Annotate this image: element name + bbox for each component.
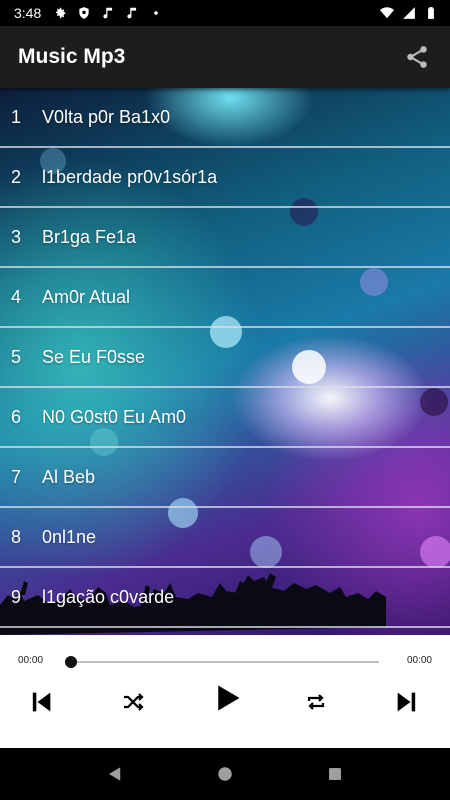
player-panel: 00:00 00:00 [0, 635, 450, 748]
track-title: Am0r Atual [42, 286, 131, 307]
track-title: N0 G0st0 Eu Am0 [42, 406, 187, 427]
track-row[interactable]: 4 Am0r Atual [0, 268, 450, 328]
track-title: 0nl1ne [42, 526, 97, 547]
track-number: 1 [11, 106, 22, 127]
seek-bar[interactable] [71, 661, 379, 663]
track-row[interactable]: 1 V0lta p0r Ba1x0 [0, 88, 450, 148]
track-row[interactable]: 3 Br1ga Fe1a [0, 208, 450, 268]
signal-icon [403, 7, 415, 19]
play-icon [218, 685, 240, 711]
track-row[interactable]: 9 l1gação c0varde [0, 568, 450, 628]
recents-icon [329, 768, 341, 780]
current-time: 00:00 [18, 655, 44, 666]
gear-icon [56, 7, 66, 19]
share-icon [407, 46, 427, 68]
music-note-icon [127, 7, 137, 19]
shuffle-button[interactable] [116, 685, 150, 719]
previous-button[interactable] [24, 685, 58, 719]
navigation-bar [0, 748, 450, 800]
next-button[interactable] [390, 685, 424, 719]
share-button[interactable] [402, 42, 432, 72]
wifi-icon [380, 7, 394, 19]
track-number: 9 [11, 586, 22, 607]
track-list: 1 V0lta p0r Ba1x0 2 l1berdade pr0v1sór1a 3… [0, 88, 450, 635]
track-row[interactable]: 8 0nl1ne [0, 508, 450, 568]
home-icon [218, 767, 232, 781]
track-number: 4 [11, 286, 22, 307]
status-bar: 3:48 [0, 0, 450, 26]
status-left-icons [53, 6, 163, 20]
shield-icon [79, 7, 89, 19]
shuffle-icon [124, 693, 144, 711]
track-row[interactable]: 6 N0 G0st0 Eu Am0 [0, 388, 450, 448]
track-title: Se Eu F0sse [42, 346, 146, 367]
track-number: 2 [11, 166, 22, 187]
previous-icon [32, 692, 51, 712]
status-right-icons [380, 6, 438, 20]
back-button[interactable] [101, 760, 129, 788]
status-time: 3:48 [14, 5, 42, 21]
next-icon [397, 692, 416, 712]
music-note-icon [103, 7, 113, 19]
home-button[interactable] [211, 760, 239, 788]
track-row[interactable]: 5 Se Eu F0sse [0, 328, 450, 388]
recents-button[interactable] [321, 760, 349, 788]
track-title: l1berdade pr0v1sór1a [42, 166, 218, 187]
repeat-button[interactable] [299, 685, 333, 719]
track-number: 5 [11, 346, 22, 367]
seek-thumb[interactable] [65, 656, 77, 668]
track-title: Al Beb [42, 466, 96, 487]
track-title: l1gação c0varde [42, 586, 175, 607]
app-title: Music Mp3 [18, 45, 126, 68]
app-bar: Music Mp3 [0, 26, 450, 88]
track-number: 8 [11, 526, 22, 547]
track-row[interactable]: 7 Al Beb [0, 448, 450, 508]
track-row[interactable]: 2 l1berdade pr0v1sór1a [0, 148, 450, 208]
play-button[interactable] [210, 681, 244, 715]
total-time: 00:00 [406, 655, 432, 666]
battery-icon [428, 7, 434, 19]
dot-icon [154, 11, 158, 15]
track-number: 7 [11, 466, 22, 487]
track-title: V0lta p0r Ba1x0 [42, 106, 171, 127]
repeat-icon [307, 694, 325, 710]
back-icon [109, 767, 121, 781]
track-number: 6 [11, 406, 22, 427]
track-title: Br1ga Fe1a [42, 226, 137, 247]
track-number: 3 [11, 226, 22, 247]
